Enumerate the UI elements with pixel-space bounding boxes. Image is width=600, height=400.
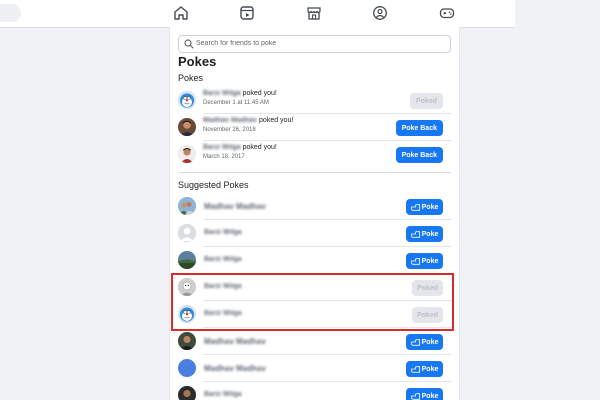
poke-label: Poke bbox=[421, 230, 439, 238]
suggested-row: Madhav Madhav Poke bbox=[178, 329, 451, 355]
avatar bbox=[178, 145, 196, 163]
row-divider bbox=[203, 354, 451, 355]
avatar bbox=[178, 386, 196, 400]
search-box[interactable] bbox=[178, 35, 451, 53]
poke-label: Poke bbox=[421, 392, 439, 400]
poked-button[interactable]: Poked bbox=[412, 280, 443, 296]
friend-name[interactable]: Barzi Wilga bbox=[204, 283, 242, 290]
poke-button[interactable]: Poke bbox=[406, 361, 443, 377]
search-input[interactable] bbox=[196, 37, 436, 50]
poke-row: Madhav Madhav poked you! November 26, 20… bbox=[178, 115, 451, 141]
row-divider bbox=[203, 219, 451, 220]
search-icon bbox=[184, 39, 194, 49]
top-nav-bar bbox=[0, 0, 515, 28]
search-pill[interactable] bbox=[0, 4, 21, 22]
poke-hand-icon bbox=[410, 338, 420, 346]
suggested-row: Barzi Wilga Poke bbox=[178, 383, 451, 400]
avatar bbox=[178, 305, 196, 323]
gaming-icon[interactable] bbox=[439, 5, 455, 21]
poke-date: November 26, 2018 bbox=[203, 127, 256, 133]
pokes-heading: Pokes bbox=[178, 73, 204, 83]
row-divider bbox=[203, 273, 451, 274]
poke-row: Barzi Wilga poked you! December 1 at 11:… bbox=[178, 88, 451, 114]
poke-hand-icon bbox=[410, 365, 420, 373]
poke-hand-icon bbox=[410, 203, 420, 211]
poker-name[interactable]: Barzi Wilga bbox=[203, 144, 241, 151]
poke-row: Barzi Wilga poked you! March 18, 2017 Po… bbox=[178, 142, 451, 168]
poke-label: Poke bbox=[421, 203, 439, 211]
friend-name[interactable]: Madhav Madhav bbox=[204, 364, 266, 373]
poke-back-button[interactable]: Poke Back bbox=[395, 120, 443, 136]
suggested-heading: Suggested Pokes bbox=[178, 180, 249, 190]
poke-hand-icon bbox=[410, 392, 420, 400]
poke-back-button[interactable]: Poke Back bbox=[395, 147, 443, 163]
friend-name[interactable]: Barzi Wilga bbox=[204, 310, 242, 317]
poke-button[interactable]: Poke bbox=[406, 199, 443, 215]
avatar bbox=[178, 332, 196, 350]
poker-name[interactable]: Barzi Wilga bbox=[203, 90, 241, 97]
row-divider bbox=[203, 246, 451, 247]
row-divider bbox=[203, 300, 451, 301]
poked-button[interactable]: Poked bbox=[412, 307, 443, 323]
suggested-row: Barzi Wilga Poke bbox=[178, 248, 451, 274]
poke-button[interactable]: Poke bbox=[406, 253, 443, 269]
poke-date: March 18, 2017 bbox=[203, 154, 245, 160]
avatar bbox=[178, 118, 196, 136]
poke-button[interactable]: Poke bbox=[406, 388, 443, 400]
poke-label: Poke bbox=[421, 257, 439, 265]
row-divider bbox=[203, 140, 451, 141]
poke-label: Poke bbox=[421, 365, 439, 373]
video-icon[interactable] bbox=[239, 5, 255, 21]
poke-text: Madhav Madhav poked you! bbox=[203, 117, 293, 124]
avatar bbox=[178, 224, 196, 242]
avatar bbox=[178, 197, 196, 215]
groups-icon[interactable] bbox=[372, 5, 388, 21]
pokes-panel: Pokes Pokes Barzi Wilga poked you! Decem… bbox=[169, 27, 460, 400]
poke-action: poked you! bbox=[259, 117, 294, 124]
suggested-row: Barzi Wilga Poke bbox=[178, 221, 451, 247]
friend-name[interactable]: Madhav Madhav bbox=[204, 337, 266, 346]
poke-hand-icon bbox=[410, 230, 420, 238]
suggested-row: Barzi Wilga Poked bbox=[178, 302, 451, 328]
suggested-row: Madhav Madhav Poke bbox=[178, 356, 451, 382]
friend-name[interactable]: Madhav Madhav bbox=[204, 202, 266, 211]
poker-name[interactable]: Madhav Madhav bbox=[203, 117, 257, 124]
poke-hand-icon bbox=[410, 257, 420, 265]
avatar bbox=[178, 91, 196, 109]
home-icon[interactable] bbox=[173, 5, 189, 21]
poked-button[interactable]: Poked bbox=[409, 93, 443, 109]
poke-action: poked you! bbox=[242, 144, 277, 151]
avatar bbox=[178, 278, 196, 296]
suggested-row: Barzi Wilga Poked bbox=[178, 275, 451, 301]
section-divider bbox=[178, 172, 451, 173]
poke-button[interactable]: Poke bbox=[406, 334, 443, 350]
suggested-row: Madhav Madhav Poke bbox=[178, 194, 451, 220]
poke-button[interactable]: Poke bbox=[406, 226, 443, 242]
friend-name[interactable]: Barzi Wilga bbox=[204, 229, 242, 236]
friend-name[interactable]: Barzi Wilga bbox=[204, 391, 242, 398]
marketplace-icon[interactable] bbox=[306, 5, 322, 21]
row-divider bbox=[203, 327, 451, 328]
avatar bbox=[178, 251, 196, 269]
poke-label: Poke bbox=[421, 338, 439, 346]
row-divider bbox=[203, 381, 451, 382]
poke-date: December 1 at 11:45 AM bbox=[203, 100, 269, 106]
poke-text: Barzi Wilga poked you! bbox=[203, 144, 277, 151]
row-divider bbox=[203, 113, 451, 114]
page-title: Pokes bbox=[178, 54, 217, 69]
friend-name[interactable]: Barzi Wilga bbox=[204, 256, 242, 263]
right-background bbox=[515, 0, 600, 400]
poke-action: poked you! bbox=[242, 90, 277, 97]
poke-text: Barzi Wilga poked you! bbox=[203, 90, 277, 97]
avatar bbox=[178, 359, 196, 377]
